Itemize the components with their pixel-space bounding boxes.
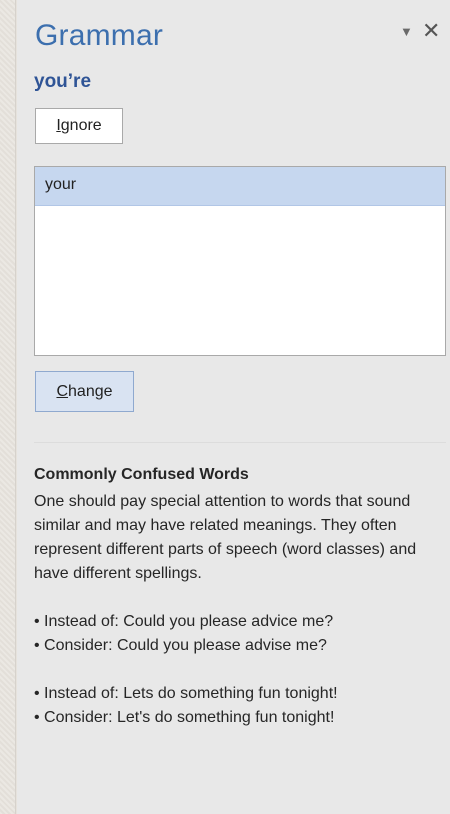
document-margin-strip bbox=[0, 0, 16, 814]
example-group: • Instead of: Could you please advice me… bbox=[34, 610, 446, 658]
change-button[interactable]: Change bbox=[35, 371, 134, 412]
change-button-label: hange bbox=[68, 383, 113, 400]
ignore-button-label: gnore bbox=[60, 117, 102, 134]
dropdown-caret-icon[interactable]: ▼ bbox=[400, 24, 413, 39]
example-instead: • Instead of: Could you please advice me… bbox=[34, 613, 334, 630]
flagged-word: you’re bbox=[34, 71, 92, 92]
change-button-accel: C bbox=[56, 383, 69, 400]
pane-title: Grammar bbox=[35, 19, 164, 52]
explanation-heading: Commonly Confused Words bbox=[34, 466, 249, 483]
example-consider: • Consider: Let's do something fun tonig… bbox=[34, 709, 335, 726]
grammar-pane: Grammar ▼ ✕ you’re Ignore your Change Co… bbox=[17, 0, 450, 814]
example-instead: • Instead of: Lets do something fun toni… bbox=[34, 685, 338, 702]
ignore-button[interactable]: Ignore bbox=[35, 108, 123, 144]
suggestion-item[interactable]: your bbox=[35, 167, 445, 206]
examples: • Instead of: Could you please advice me… bbox=[34, 610, 446, 730]
example-group: • Instead of: Lets do something fun toni… bbox=[34, 682, 446, 730]
explanation-body: One should pay special attention to word… bbox=[34, 493, 417, 582]
section-divider bbox=[34, 442, 446, 443]
close-icon[interactable]: ✕ bbox=[422, 18, 440, 44]
suggestions-list[interactable]: your bbox=[34, 166, 446, 356]
example-consider: • Consider: Could you please advise me? bbox=[34, 637, 327, 654]
explanation-section: Commonly Confused Words One should pay s… bbox=[34, 466, 446, 754]
